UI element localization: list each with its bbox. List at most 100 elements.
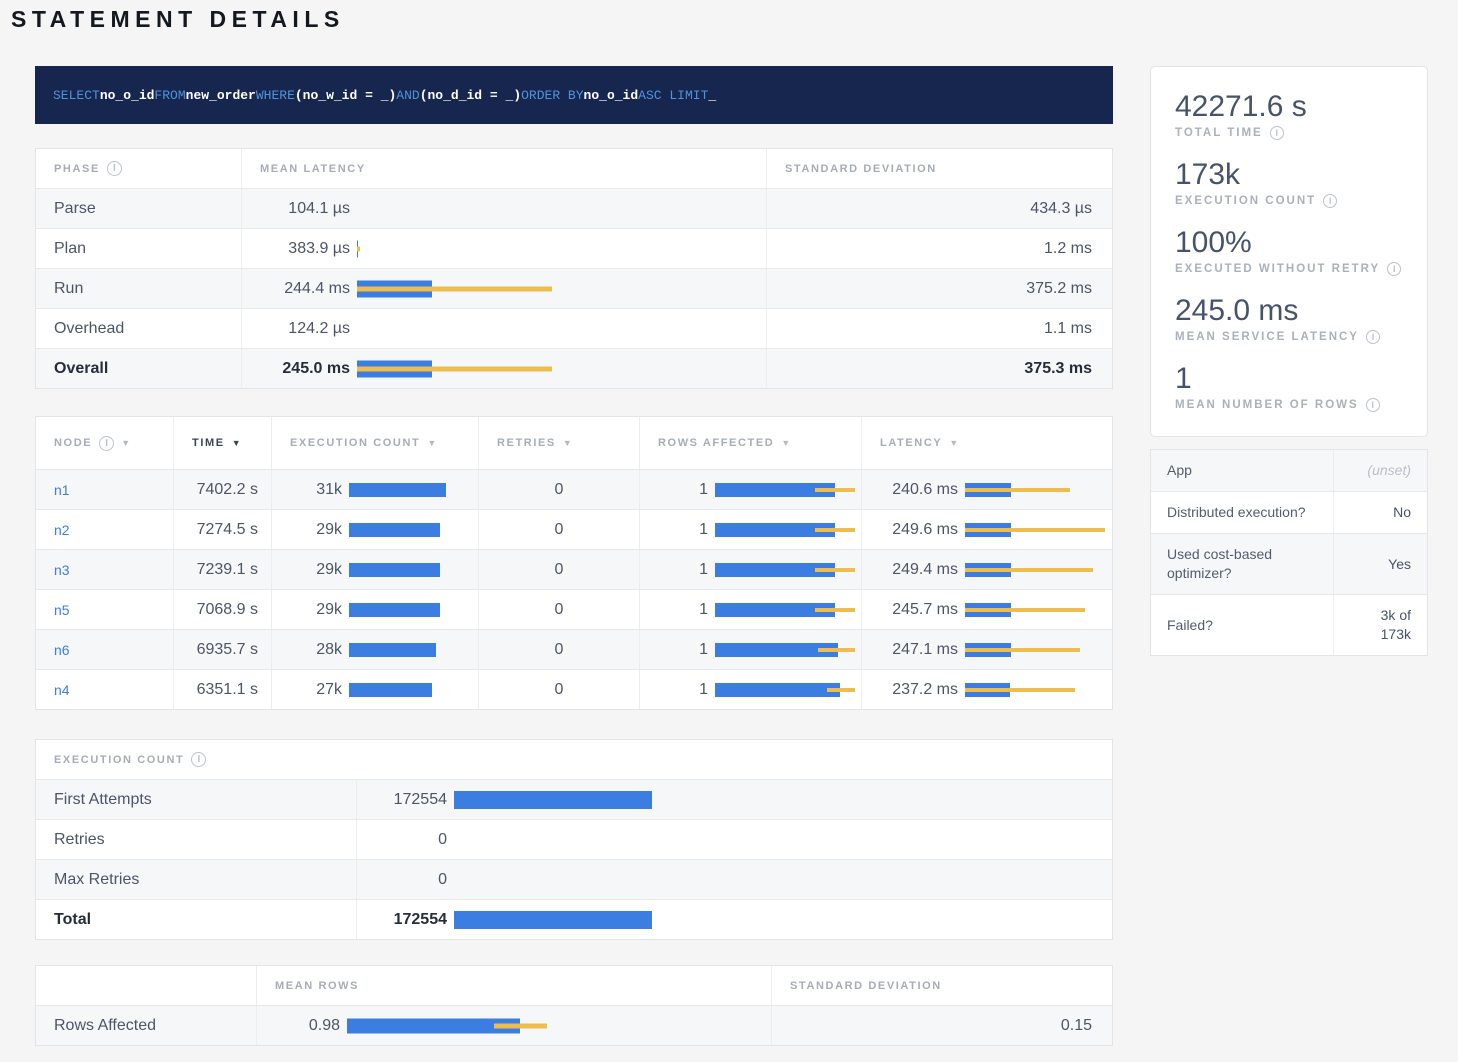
node-cell: n3 — [36, 550, 173, 589]
node-link[interactable]: n1 — [54, 482, 70, 498]
bar-chart — [715, 640, 861, 660]
node-execution-count-cell: 29k — [271, 550, 478, 589]
summary-metric: 100%EXECUTED WITHOUT RETRYi — [1175, 225, 1403, 276]
execution-count-value-cell: 0 — [356, 860, 1112, 899]
rows-affected-value: 1 — [658, 481, 708, 499]
time-header-cell[interactable]: TIME ▼ — [173, 417, 271, 469]
node-retries-cell: 0 — [478, 510, 639, 549]
bar-chart — [454, 870, 1112, 890]
sql-keyword: ORDER BY — [521, 89, 583, 102]
rows-affected-header-cell[interactable]: ROWS AFFECTED ▼ — [639, 417, 861, 469]
execution-count-label-cell: Total — [36, 900, 356, 939]
value-with-bar: 27k — [290, 680, 478, 700]
sort-caret-icon[interactable]: ▼ — [781, 438, 790, 448]
sort-caret-icon[interactable]: ▼ — [232, 438, 241, 448]
attribute-label: Distributed execution? — [1151, 492, 1333, 533]
summary-metric-value: 173k — [1175, 157, 1403, 193]
sort-caret-icon[interactable]: ▼ — [563, 438, 572, 448]
sql-identifier: _ — [708, 89, 716, 102]
node-link[interactable]: n5 — [54, 602, 70, 618]
node-header-cell[interactable]: NODE i ▼ — [36, 417, 173, 469]
node-cell: n2 — [36, 510, 173, 549]
node-table-row: n57068.9 s29k01245.7 ms — [36, 589, 1112, 629]
info-icon[interactable]: i — [1270, 126, 1284, 140]
execution-count-value: 29k — [290, 561, 342, 579]
sort-caret-icon[interactable]: ▼ — [121, 438, 130, 448]
bar-mean — [349, 643, 436, 657]
node-link[interactable]: n6 — [54, 642, 70, 658]
node-execution-count-cell: 29k — [271, 590, 478, 629]
summary-metric-label-text: EXECUTED WITHOUT RETRY — [1175, 263, 1380, 275]
node-time-cell: 6351.1 s — [173, 670, 271, 709]
mean-latency-value: 244.4 ms — [260, 280, 350, 298]
attribute-label: Used cost-based optimizer? — [1151, 534, 1333, 594]
info-icon[interactable]: i — [1366, 398, 1380, 412]
execution-count-value-cell: 172554 — [356, 780, 1112, 819]
info-icon[interactable]: i — [99, 436, 114, 451]
bar-stdev-whisker — [965, 688, 1075, 692]
node-table-row: n27274.5 s29k01249.6 ms — [36, 509, 1112, 549]
value-with-bar: 1 — [658, 480, 861, 500]
phase-table-row: Parse104.1 µs434.3 µs — [36, 188, 1112, 228]
info-icon[interactable]: i — [1387, 262, 1401, 276]
node-stats-table: NODE i ▼ TIME ▼ EXECUTION COUNT ▼ RETRIE… — [35, 416, 1113, 710]
rows-affected-header-row: MEAN ROWS STANDARD DEVIATION — [36, 966, 1112, 1005]
summary-metric-label-text: EXECUTION COUNT — [1175, 195, 1316, 207]
summary-metric-label-text: MEAN SERVICE LATENCY — [1175, 331, 1359, 343]
retries-header-cell[interactable]: RETRIES ▼ — [478, 417, 639, 469]
execution-count-value: 29k — [290, 601, 342, 619]
execution-count-title: EXECUTION COUNT — [54, 754, 184, 766]
bar-mean — [349, 603, 440, 617]
node-execution-count-cell: 27k — [271, 670, 478, 709]
execution-count-header-cell[interactable]: EXECUTION COUNT ▼ — [271, 417, 478, 469]
rows-affected-value: 1 — [658, 641, 708, 659]
phase-header-cell: PHASE i — [36, 149, 241, 188]
node-retries-cell: 0 — [478, 550, 639, 589]
summary-metric-label: MEAN NUMBER OF ROWSi — [1175, 398, 1403, 412]
bar-stdev-whisker — [965, 648, 1080, 652]
node-retries-cell: 0 — [478, 670, 639, 709]
execution-count-value: 31k — [290, 481, 342, 499]
phase-latency-table: PHASE i MEAN LATENCY STANDARD DEVIATION … — [35, 148, 1113, 389]
node-latency-cell: 245.7 ms — [861, 590, 1112, 629]
attribute-row: Failed?3k of 173k — [1151, 594, 1427, 655]
node-link[interactable]: n4 — [54, 682, 70, 698]
info-icon[interactable]: i — [1366, 330, 1380, 344]
mean-rows-header-cell: MEAN ROWS — [256, 966, 771, 1005]
rows-affected-value: 1 — [658, 681, 708, 699]
bar-mean — [454, 791, 652, 809]
node-retries-cell: 0 — [478, 470, 639, 509]
info-icon[interactable]: i — [191, 752, 206, 767]
phase-name-cell: Overhead — [36, 309, 241, 348]
bar-mean — [454, 911, 652, 929]
phase-table-row: Overhead124.2 µs1.1 ms — [36, 308, 1112, 348]
mean-latency-header-label: MEAN LATENCY — [260, 163, 366, 175]
phase-mean-latency-cell: 124.2 µs — [241, 309, 766, 348]
node-table-header-row: NODE i ▼ TIME ▼ EXECUTION COUNT ▼ RETRIE… — [36, 417, 1112, 469]
bar-chart — [349, 560, 478, 580]
phase-name-cell: Plan — [36, 229, 241, 268]
node-table-row: n4 6351.1 s 27k0 1 237.2 ms — [36, 669, 1112, 709]
rows-affected-value: 1 — [658, 601, 708, 619]
bar-stdev-whisker — [357, 366, 552, 371]
value-with-bar: 0 — [357, 830, 1112, 850]
phase-name-cell: Run — [36, 269, 241, 308]
node-link[interactable]: n2 — [54, 522, 70, 538]
sort-caret-icon[interactable]: ▼ — [949, 438, 958, 448]
sql-keyword: ASC LIMIT — [638, 89, 708, 102]
execution-count-row: Retries0 — [36, 819, 1112, 859]
rows-affected-table: MEAN ROWS STANDARD DEVIATION Rows Affect… — [35, 965, 1113, 1046]
phase-mean-latency-cell: 104.1 µs — [241, 189, 766, 228]
execution-count-row: Total172554 — [36, 899, 1112, 939]
node-latency-cell: 237.2 ms — [861, 670, 1112, 709]
info-icon[interactable]: i — [1323, 194, 1337, 208]
sort-caret-icon[interactable]: ▼ — [427, 438, 436, 448]
attribute-label: Failed? — [1151, 595, 1333, 655]
sql-keyword: AND — [396, 89, 419, 102]
node-link[interactable]: n3 — [54, 562, 70, 578]
info-icon[interactable]: i — [107, 161, 122, 176]
bar-stdev-whisker — [494, 1023, 547, 1028]
bar-chart — [347, 1016, 771, 1036]
summary-metric-value: 1 — [1175, 361, 1403, 397]
latency-header-cell[interactable]: LATENCY ▼ — [861, 417, 1112, 469]
